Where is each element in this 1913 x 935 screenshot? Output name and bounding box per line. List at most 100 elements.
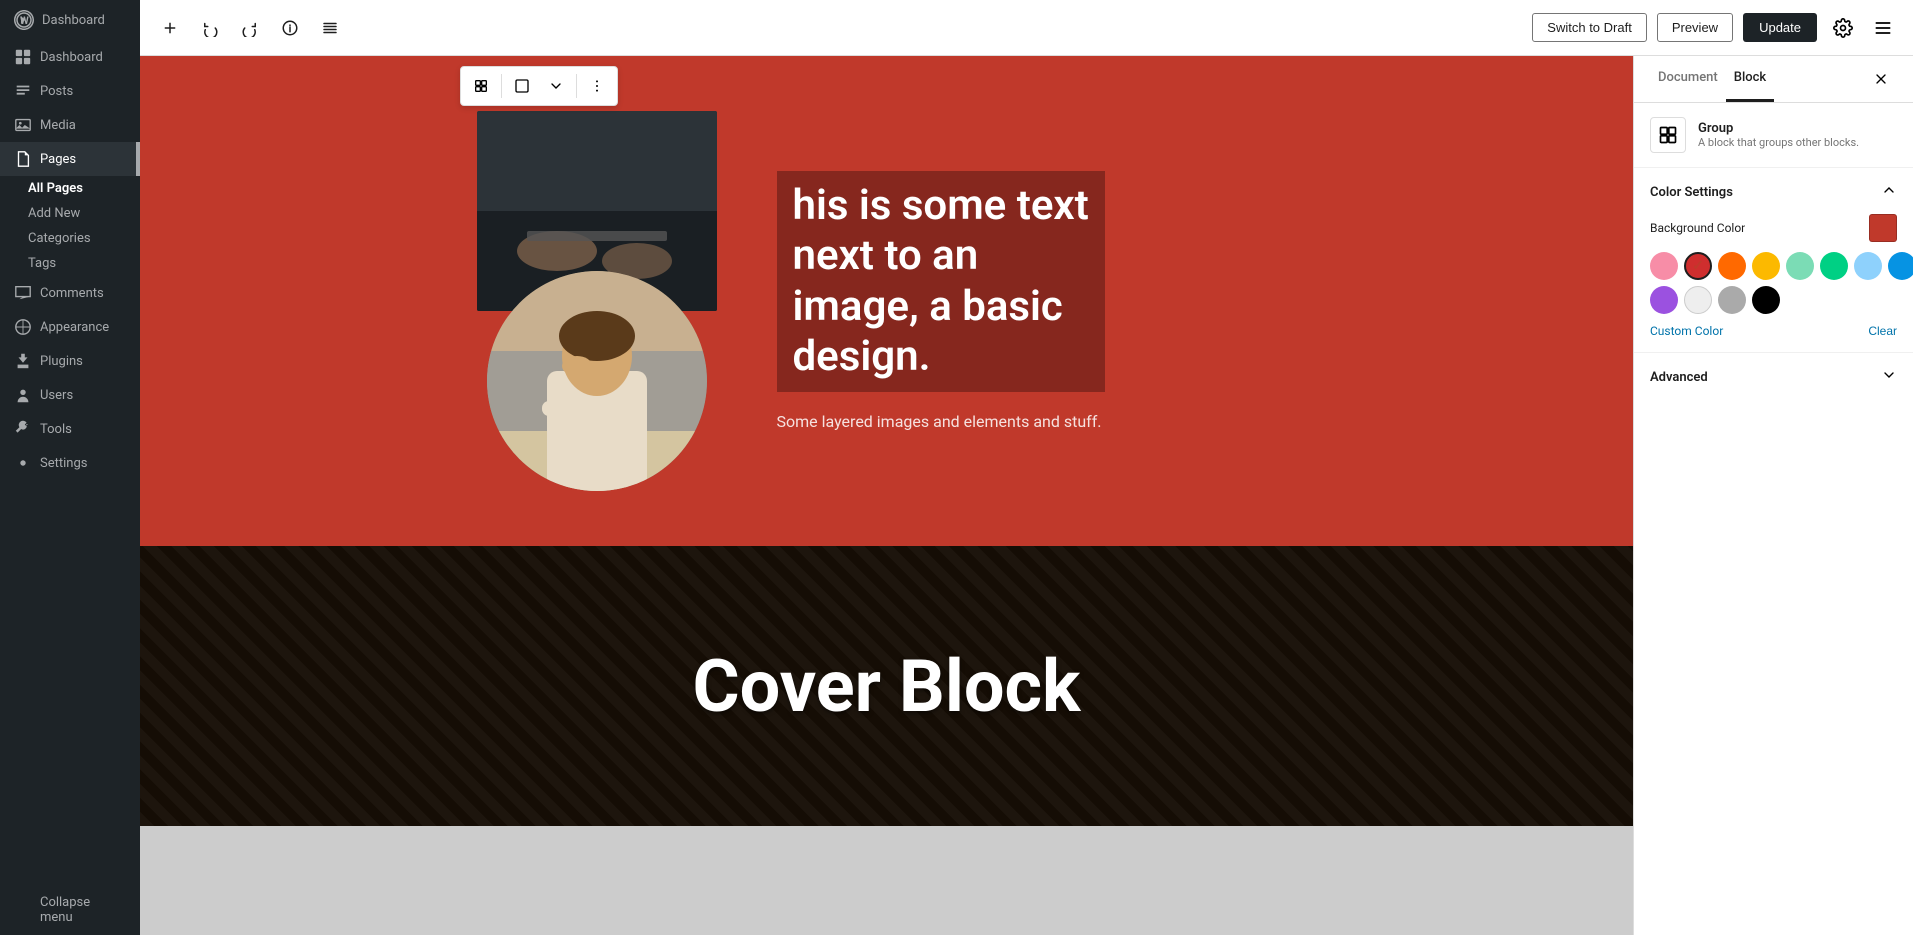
color-swatch-vivid-amber[interactable] [1752,252,1780,280]
panel-close-button[interactable] [1865,63,1897,95]
sidebar-item-posts[interactable]: Posts [0,74,140,108]
background-color-label: Background Color [1650,221,1745,235]
color-settings-header[interactable]: Color Settings [1650,182,1897,202]
preview-button[interactable]: Preview [1657,13,1733,42]
image-stack [477,111,737,491]
chevron-up-icon [1881,182,1897,198]
color-swatches-grid: ✓ [1650,252,1897,314]
sidebar-item-dashboard[interactable]: Dashboard [0,40,140,74]
sidebar-item-label: Media [40,118,76,133]
color-settings-section: Color Settings Background Color ✓ [1634,168,1913,353]
redo-icon [241,19,259,37]
color-swatch-vivid-green-cyan[interactable] [1820,252,1848,280]
custom-color-link[interactable]: Custom Color [1650,324,1723,338]
color-swatch-vivid-red[interactable]: ✓ [1684,252,1712,280]
block-type-button[interactable] [465,70,497,102]
sidebar-item-settings[interactable]: Settings [0,446,140,480]
advanced-title: Advanced [1650,370,1708,385]
submenu-all-pages[interactable]: All Pages [14,176,140,201]
color-swatch-medium-gray[interactable] [1718,286,1746,314]
more-options-button[interactable] [1865,10,1901,46]
editor-panel-row: his is some textnext to animage, a basic… [140,56,1913,935]
right-panel: Document Block Group A block that groups… [1633,56,1913,935]
undo-button[interactable] [192,10,228,46]
color-settings-title: Color Settings [1650,185,1733,200]
tab-document[interactable]: Document [1650,56,1726,102]
sidebar-item-label: Settings [40,456,87,471]
toolbar-divider-2 [576,74,577,98]
chevron-down-advanced-icon [1881,367,1897,383]
red-section: his is some textnext to animage, a basic… [140,56,1633,546]
sidebar-item-comments[interactable]: Comments [0,276,140,310]
color-swatch-light-gray[interactable] [1684,286,1712,314]
sidebar-item-label: Dashboard [40,50,103,65]
color-swatch-pale-cyan-blue[interactable] [1854,252,1882,280]
tab-block[interactable]: Block [1726,56,1774,102]
background-color-row: Background Color [1650,214,1897,242]
sidebar-logo[interactable]: W Dashboard [0,0,140,40]
sidebar-item-plugins[interactable]: Plugins [0,344,140,378]
collapse-menu-button[interactable]: Collapse menu [0,885,140,935]
color-swatch-pale-pink[interactable] [1650,252,1678,280]
selected-color-swatch[interactable] [1869,214,1897,242]
sidebar-item-pages[interactable]: Pages [0,142,140,176]
color-swatch-light-green-cyan[interactable] [1786,252,1814,280]
circle-image [487,271,707,491]
comments-icon [14,284,32,302]
align-button[interactable] [506,70,538,102]
collapse-icon [14,901,32,919]
align-dropdown-button[interactable] [540,70,572,102]
svg-text:W: W [20,16,29,27]
sidebar-item-users[interactable]: Users [0,378,140,412]
sidebar-logo-label: Dashboard [42,13,105,28]
color-swatch-vivid-cyan-blue[interactable] [1888,252,1913,280]
red-section-big-text: his is some textnext to animage, a basic… [777,171,1105,393]
sidebar-item-media[interactable]: Media [0,108,140,142]
settings-panel-button[interactable] [1825,10,1861,46]
block-info: Group A block that groups other blocks. [1698,121,1859,149]
top-toolbar: Switch to Draft Preview Update [140,0,1913,56]
panel-tabs: Document Block [1634,56,1913,103]
dashboard-icon [14,48,32,66]
sidebar-item-label: Pages [40,152,76,167]
person-image [487,271,707,491]
sidebar-item-label: Plugins [40,354,83,369]
pages-submenu: All Pages Add New Categories Tags [0,176,140,276]
big-text-content: his is some textnext to animage, a basic… [793,181,1089,381]
sidebar-item-label: Comments [40,286,104,301]
plugins-icon [14,352,32,370]
submenu-add-new[interactable]: Add New [14,201,140,226]
vertical-dots-icon [589,78,605,94]
list-view-button[interactable] [312,10,348,46]
color-swatch-black[interactable] [1752,286,1780,314]
redo-button[interactable] [232,10,268,46]
sidebar-item-label: Appearance [40,320,109,335]
undo-icon [201,19,219,37]
sidebar: W Dashboard Dashboard Posts Media Pages … [0,0,140,935]
block-more-options-button[interactable] [581,70,613,102]
advanced-header[interactable]: Advanced [1650,367,1897,387]
canvas-area[interactable]: his is some textnext to animage, a basic… [140,56,1633,935]
align-icon [514,78,530,94]
submenu-categories[interactable]: Categories [14,226,140,251]
block-type-icon-box [1650,117,1686,153]
info-button[interactable] [272,10,308,46]
color-links-row: Custom Color Clear [1650,324,1897,338]
update-button[interactable]: Update [1743,13,1817,42]
chevron-down-icon [548,78,564,94]
block-type-icon [473,78,489,94]
switch-to-draft-button[interactable]: Switch to Draft [1532,13,1647,42]
sidebar-item-tools[interactable]: Tools [0,412,140,446]
sidebar-item-appearance[interactable]: Appearance [0,310,140,344]
color-swatch-vivid-orange[interactable] [1718,252,1746,280]
posts-icon [14,82,32,100]
add-block-icon [161,19,179,37]
clear-color-button[interactable]: Clear [1868,324,1897,338]
add-block-button[interactable] [152,10,188,46]
cover-block-title: Cover Block [693,644,1081,729]
swatch-check: ✓ [1692,258,1704,274]
color-swatch-vivid-purple[interactable] [1650,286,1678,314]
submenu-tags[interactable]: Tags [14,251,140,276]
red-section-inner: his is some textnext to animage, a basic… [437,71,1337,531]
collapse-menu-label: Collapse menu [40,895,126,925]
